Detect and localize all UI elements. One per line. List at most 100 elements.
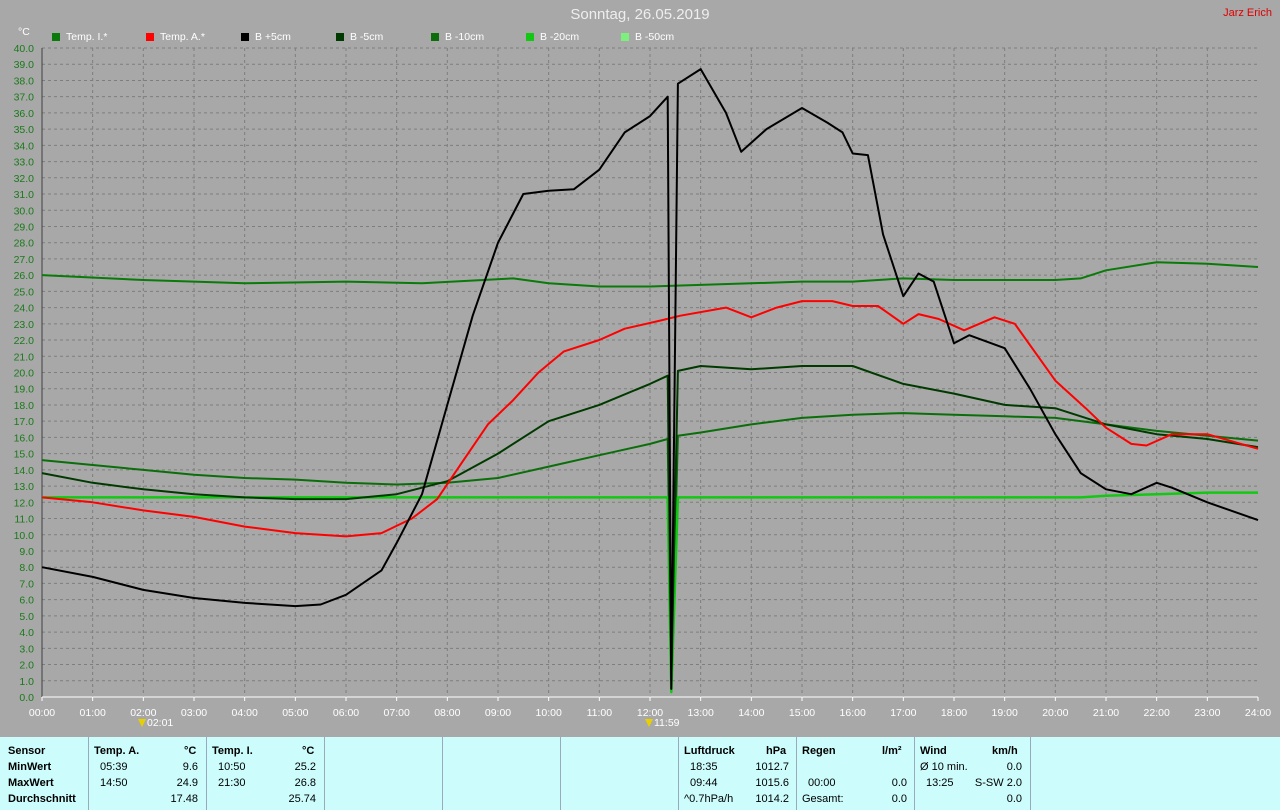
- y-tick-label: 21.0: [14, 351, 35, 363]
- legend-swatch: [336, 33, 344, 41]
- y-tick-label: 36.0: [14, 108, 35, 120]
- temp-a-unit: °C: [184, 745, 197, 757]
- divider: [206, 737, 207, 810]
- y-tick-label: 5.0: [19, 611, 34, 623]
- y-tick-label: 16.0: [14, 432, 35, 444]
- y-tick-label: 12.0: [14, 497, 35, 509]
- y-tick-label: 7.0: [19, 578, 34, 590]
- y-tick-label: 31.0: [14, 189, 35, 201]
- y-tick-label: 10.0: [14, 530, 35, 542]
- y-tick-label: 33.0: [14, 157, 35, 169]
- rain-total-value: 0.0: [891, 793, 907, 805]
- legend-swatch: [52, 33, 60, 41]
- y-tick-label: 34.0: [14, 140, 35, 152]
- event-marker-2: 11:59: [645, 717, 680, 729]
- y-tick-label: 32.0: [14, 173, 35, 185]
- legend-swatch: [526, 33, 534, 41]
- y-tick-label: 24.0: [14, 303, 35, 315]
- legend-item-b-minus5[interactable]: B -5cm: [336, 31, 383, 43]
- y-tick-label: 9.0: [19, 546, 34, 558]
- x-tick-label: 16:00: [840, 707, 866, 719]
- row-label-max: MaxWert: [8, 777, 54, 789]
- y-tick-label: 13.0: [14, 481, 35, 493]
- pressure-header: Luftdruck: [684, 745, 735, 757]
- pressure-unit: hPa: [766, 745, 787, 757]
- temp-i-min-time: 10:50: [218, 761, 246, 773]
- legend-item-temp-i[interactable]: Temp. I.*: [52, 31, 107, 43]
- y-tick-label: 0.0: [19, 692, 34, 704]
- temp-i-min-value: 25.2: [294, 761, 316, 773]
- x-tick-label: 17:00: [890, 707, 916, 719]
- x-tick-label: 23:00: [1194, 707, 1220, 719]
- temp-a-min-value: 9.6: [182, 761, 198, 773]
- legend-swatch: [241, 33, 249, 41]
- legend-label: B -50cm: [635, 31, 675, 43]
- legend-item-b-plus5[interactable]: B +5cm: [241, 31, 291, 43]
- x-tick-label: 07:00: [384, 707, 410, 719]
- pressure-min-value: 1012.7: [755, 761, 789, 773]
- x-tick-label: 11:00: [587, 707, 613, 719]
- y-tick-label: 4.0: [19, 627, 34, 639]
- x-tick-label: 22:00: [1144, 707, 1170, 719]
- temp-a-header: Temp. A.: [94, 745, 140, 757]
- y-tick-label: 18.0: [14, 400, 35, 412]
- wind-max-value: S-SW 2.0: [974, 777, 1022, 789]
- y-tick-label: 37.0: [14, 92, 35, 104]
- y-tick-label: 40.0: [14, 43, 35, 55]
- temp-a-min-time: 05:39: [100, 761, 128, 773]
- y-tick-label: 17.0: [14, 416, 35, 428]
- x-tick-label: 10:00: [536, 707, 562, 719]
- divider: [796, 737, 797, 810]
- legend-label: B +5cm: [255, 31, 291, 43]
- event-marker-1: 02:01: [138, 717, 173, 729]
- x-tick-label: 13:00: [688, 707, 714, 719]
- chart-title: Sonntag, 26.05.2019: [570, 6, 710, 23]
- x-tick-label: 21:00: [1093, 707, 1119, 719]
- legend-item-b-minus50[interactable]: B -50cm: [621, 31, 674, 43]
- y-tick-label: 29.0: [14, 221, 35, 233]
- y-tick-label: 14.0: [14, 465, 35, 477]
- divider: [560, 737, 561, 810]
- marker-label: 11:59: [654, 717, 680, 729]
- y-tick-label: 3.0: [19, 643, 34, 655]
- y-tick-label: 30.0: [14, 205, 35, 217]
- legend-label: B -20cm: [540, 31, 580, 43]
- temp-a-max-value: 24.9: [176, 777, 198, 789]
- legend-item-b-minus20[interactable]: B -20cm: [526, 31, 579, 43]
- divider: [88, 737, 89, 810]
- y-tick-label: 27.0: [14, 254, 35, 266]
- x-tick-label: 01:00: [80, 707, 106, 719]
- temp-i-header: Temp. I.: [212, 745, 253, 757]
- marker-label: 02:01: [147, 717, 174, 729]
- wind-max-time: 13:25: [926, 777, 954, 789]
- x-tick-label: 08:00: [434, 707, 460, 719]
- rain-max-value: 0.0: [891, 777, 907, 789]
- legend-label: Temp. A.*: [160, 31, 205, 43]
- y-tick-label: 25.0: [14, 286, 35, 298]
- y-tick-label: 28.0: [14, 238, 35, 250]
- x-tick-label: 06:00: [333, 707, 359, 719]
- y-tick-label: 1.0: [19, 676, 34, 688]
- wind-avg-label: Ø 10 min.: [920, 761, 968, 773]
- wind-unit: km/h: [992, 745, 1018, 757]
- statistics-panel: Sensor MinWert MaxWert Durchschnitt Temp…: [0, 737, 1280, 810]
- legend-label: B -5cm: [350, 31, 384, 43]
- row-label-min: MinWert: [8, 761, 52, 773]
- y-tick-label: 23.0: [14, 319, 35, 331]
- y-tick-label: 8.0: [19, 562, 34, 574]
- legend-label: B -10cm: [445, 31, 485, 43]
- author-label: Jarz Erich: [1223, 7, 1272, 19]
- divider: [914, 737, 915, 810]
- pressure-max-time: 09:44: [690, 777, 718, 789]
- legend-swatch: [431, 33, 439, 41]
- wind-avg-value: 0.0: [1006, 761, 1022, 773]
- x-tick-label: 19:00: [992, 707, 1018, 719]
- y-tick-label: 11.0: [14, 514, 34, 526]
- y-tick-label: 38.0: [14, 75, 35, 87]
- legend-swatch: [146, 33, 154, 41]
- divider: [442, 737, 443, 810]
- temp-a-avg-value: 17.48: [170, 793, 198, 805]
- legend-item-b-minus10[interactable]: B -10cm: [431, 31, 484, 43]
- y-tick-label: 39.0: [14, 59, 35, 71]
- legend-item-temp-a[interactable]: Temp. A.*: [146, 31, 205, 43]
